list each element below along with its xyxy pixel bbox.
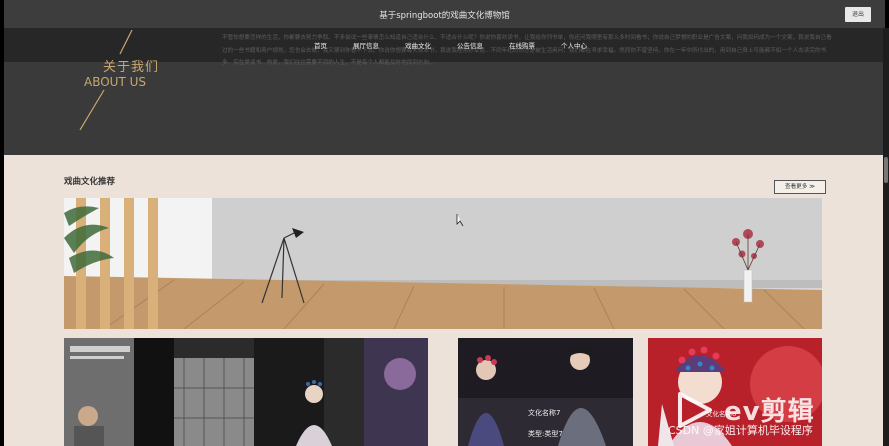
scrollbar-thumb[interactable] — [884, 157, 888, 183]
culture-card-2[interactable]: 文化名称7 类型:类型7 — [458, 338, 633, 446]
section-title: 戏曲文化推荐 — [64, 177, 116, 187]
nav-item-exhibition[interactable]: 展厅信息 — [353, 40, 379, 50]
decorative-lines — [79, 29, 133, 131]
logout-button[interactable]: 退出 — [845, 7, 871, 22]
nav-item-ticket[interactable]: 在线购票 — [509, 40, 535, 50]
nav-item-announcements[interactable]: 公告信息 — [457, 40, 483, 50]
csdn-watermark: CSDN @家姐计算机毕设程序 — [668, 424, 813, 437]
about-text: 不管你想要怎样的生活，你都要去努力争取。不多尝试一些事情怎么知道自己适合什么、不… — [222, 35, 832, 66]
opera-stage-image — [64, 338, 428, 446]
about-section: 不管你想要怎样的生活，你都要去努力争取。不多尝试一些事情怎么知道自己适合什么、不… — [4, 28, 885, 155]
nav-item-home[interactable]: 首页 — [314, 40, 327, 50]
culture-card-1[interactable] — [64, 338, 428, 446]
page-scrollbar[interactable] — [883, 28, 889, 446]
card-2-type: 类型:类型7 — [528, 430, 563, 438]
banner-image[interactable] — [64, 198, 822, 329]
view-more-button[interactable]: 查看更多 ≫ — [774, 180, 826, 194]
top-bar: 基于springboot的戏曲文化博物馆 退出 — [4, 0, 885, 28]
nav-item-profile[interactable]: 个人中心 — [561, 40, 587, 50]
browser-page: 基于springboot的戏曲文化博物馆 退出 不管你想要怎样的生活，你都要去努… — [4, 0, 885, 446]
nav-item-opera-culture[interactable]: 戏曲文化 — [405, 40, 431, 50]
room-scene-image — [64, 198, 822, 329]
main-nav: 首页 展厅信息 戏曲文化 公告信息 在线购票 个人中心 — [314, 40, 613, 50]
card-2-name: 文化名称7 — [528, 409, 561, 417]
site-title: 基于springboot的戏曲文化博物馆 — [379, 11, 510, 21]
